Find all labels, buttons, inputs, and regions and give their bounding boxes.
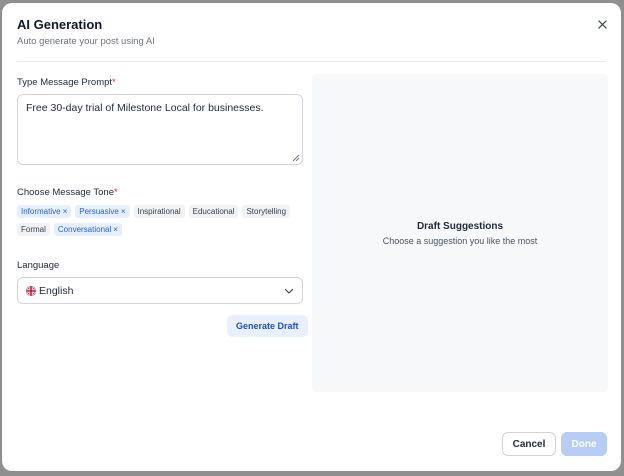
tone-chip-persuasive[interactable]: Persuasive × [75,205,130,218]
remove-icon[interactable]: × [63,205,68,218]
language-label: Language [17,260,60,271]
tone-chip-conversational[interactable]: Conversational × [53,223,122,236]
close-button[interactable] [595,17,609,31]
prompt-label: Type Message Prompt* [17,77,116,88]
generate-draft-button[interactable]: Generate Draft [227,315,308,337]
draft-suggestions-panel: Draft Suggestions Choose a suggestion yo… [312,74,608,392]
uk-flag-icon [26,285,36,296]
remove-icon[interactable]: × [121,205,126,218]
close-icon [597,19,607,29]
prompt-text: Free 30-day trial of Milestone Local for… [26,102,264,114]
tone-chip-informative[interactable]: Informative × [17,205,72,218]
ai-generation-modal: AI Generation Auto generate your post us… [2,3,621,471]
tone-chip-storytelling[interactable]: Storytelling [242,205,291,218]
resize-handle-icon[interactable] [292,154,300,162]
prompt-textarea[interactable]: Free 30-day trial of Milestone Local for… [17,94,303,165]
done-button[interactable]: Done [561,432,607,456]
chevron-down-icon [284,288,294,294]
modal-title: AI Generation [17,17,103,32]
required-mark: * [114,187,118,198]
draft-title: Draft Suggestions [416,220,504,232]
language-value: English [39,284,74,297]
tone-chip-formal[interactable]: Formal [17,223,50,236]
required-mark: * [112,77,116,88]
remove-icon[interactable]: × [113,223,118,236]
modal-header: AI Generation Auto generate your post us… [17,17,155,48]
header-divider [17,61,606,62]
tone-chip-educational[interactable]: Educational [188,205,239,218]
draft-subtitle: Choose a suggestion you like the most [382,235,538,246]
tone-label: Choose Message Tone* [17,187,118,198]
modal-subtitle: Auto generate your post using AI [17,36,155,47]
tone-chips: Informative × Persuasive × Inspirational… [17,205,307,236]
tone-chip-inspirational[interactable]: Inspirational [133,205,185,218]
cancel-button[interactable]: Cancel [502,432,556,456]
language-select[interactable]: English [17,277,303,304]
form-panel: Type Message Prompt* Free 30-day trial o… [17,77,308,337]
